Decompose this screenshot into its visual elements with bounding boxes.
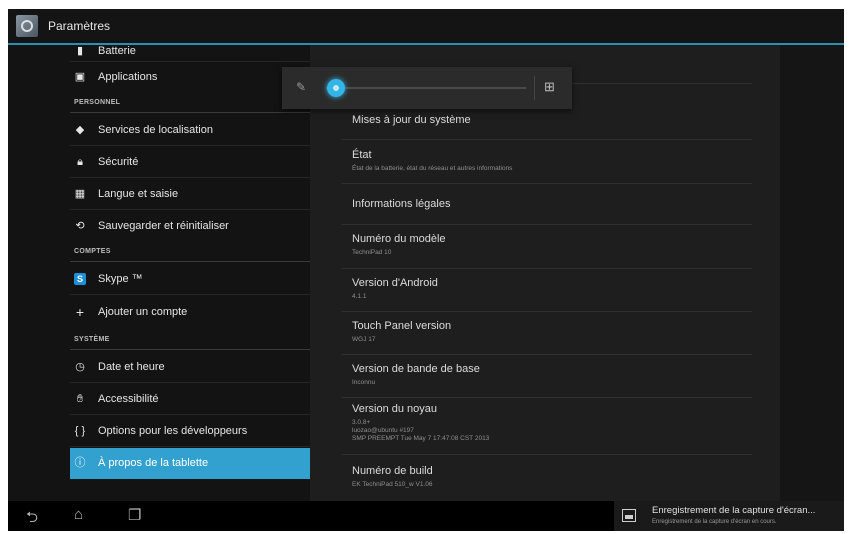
section-header-systeme: SYSTÈME — [70, 332, 310, 350]
hand-icon: ✋︎ — [76, 393, 84, 405]
brightness-slider-track[interactable] — [326, 87, 526, 89]
popup-divider — [534, 76, 535, 100]
kernel-version-item: Version du noyau 3.0.8+ luozao@ubuntu #1… — [342, 403, 752, 455]
battery-icon: ▮ — [76, 45, 84, 57]
auto-brightness-icon[interactable]: ⊞ — [544, 79, 560, 95]
category-backup[interactable]: ⟲ Sauvegarder et réinitialiser — [70, 211, 310, 242]
braces-icon: { } — [74, 425, 86, 437]
category-security[interactable]: 🔒︎ Sécurité — [70, 147, 310, 178]
category-label: Sauvegarder et réinitialiser — [98, 220, 229, 232]
category-date-time[interactable]: ◷ Date et heure — [70, 352, 310, 383]
android-version-item[interactable]: Version d'Android 4.1.1 — [342, 277, 752, 312]
settings-app-icon[interactable] — [16, 15, 38, 37]
category-language[interactable]: ▦ Langue et saisie — [70, 179, 310, 210]
category-label: Accessibilité — [98, 393, 159, 405]
system-updates-item[interactable]: Mises à jour du système — [342, 114, 752, 140]
category-label: Date et heure — [98, 361, 165, 373]
backup-icon: ⟲ — [75, 220, 85, 232]
location-icon: ◆ — [75, 124, 85, 136]
apps-icon: ▣ — [74, 71, 86, 83]
legal-info-item[interactable]: Informations légales — [342, 198, 752, 225]
plus-icon: + — [75, 304, 85, 320]
keyboard-icon: ▦ — [74, 188, 86, 200]
category-location[interactable]: ◆ Services de localisation — [70, 115, 310, 146]
category-developer-options[interactable]: { } Options pour les développeurs — [70, 416, 310, 447]
image-icon — [622, 509, 636, 522]
category-applications[interactable]: ▣ Applications — [70, 62, 310, 93]
section-header-comptes: COMPTES — [70, 244, 310, 262]
home-icon[interactable]: ⌂ — [74, 506, 83, 523]
category-skype[interactable]: S Skype ™ — [70, 264, 310, 295]
section-header-personnel: PERSONNEL — [70, 95, 310, 113]
baseband-version-item: Version de bande de base Inconnu — [342, 363, 752, 398]
clock-icon: ◷ — [75, 361, 85, 373]
category-accessibility[interactable]: ✋︎ Accessibilité — [70, 384, 310, 415]
category-label: Langue et saisie — [98, 188, 179, 200]
system-navigation-bar: ⮌ ⌂ ❐ Enregistrement de la capture d'écr… — [8, 501, 844, 531]
panel-edge — [780, 45, 844, 501]
skype-icon: S — [74, 273, 86, 285]
category-add-account[interactable]: + Ajouter un compte — [70, 297, 310, 328]
category-label: Services de localisation — [98, 124, 213, 136]
category-label: Batterie — [98, 45, 136, 57]
back-icon[interactable]: ⮌ — [26, 507, 38, 531]
about-tablet-panel: Mises à jour du système État État de la … — [310, 45, 844, 501]
brightness-icon: ✎ — [296, 80, 307, 94]
category-label: Ajouter un compte — [98, 306, 188, 318]
category-label: À propos de la tablette — [98, 457, 209, 469]
category-label: Applications — [98, 71, 158, 83]
recents-icon[interactable]: ❐ — [128, 506, 141, 524]
touch-panel-version-item: Touch Panel version WGJ 17 — [342, 320, 752, 355]
category-battery[interactable]: ▮ Batterie — [70, 31, 310, 62]
category-label: Skype ™ — [98, 273, 143, 285]
build-number-item[interactable]: Numéro de build EK TechniPad 510_w V1.06 — [342, 465, 752, 501]
brightness-slider-thumb[interactable] — [327, 79, 345, 97]
model-number-item: Numéro du modèle TechniPad 10 — [342, 233, 752, 269]
tablet-screen: Paramètres ▮ Batterie ▣ Applications PER… — [8, 9, 844, 531]
brightness-popup: ✎ ⊞ — [282, 67, 572, 109]
screenshot-notification[interactable]: Enregistrement de la capture d'écran... … — [614, 501, 844, 531]
lock-icon: 🔒︎ — [77, 156, 83, 168]
category-label: Options pour les développeurs — [98, 425, 248, 437]
info-icon: ⓘ — [74, 457, 86, 469]
category-about-tablet[interactable]: ⓘ À propos de la tablette — [70, 448, 310, 479]
category-label: Sécurité — [98, 156, 139, 168]
status-item[interactable]: État État de la batterie, état du réseau… — [342, 149, 752, 184]
settings-categories: ▮ Batterie ▣ Applications PERSONNEL ◆ Se… — [8, 45, 310, 501]
